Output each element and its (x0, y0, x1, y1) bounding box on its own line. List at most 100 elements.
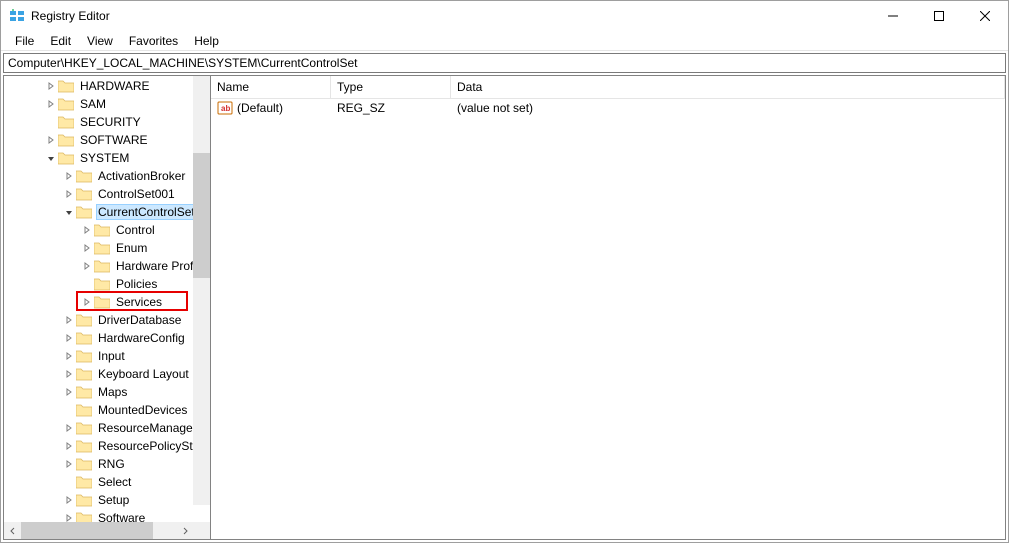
tree-label: CurrentControlSet (96, 204, 197, 220)
tree-label: SOFTWARE (78, 132, 150, 148)
tree-item-maps[interactable]: Maps (4, 383, 210, 401)
folder-icon (76, 494, 92, 507)
tree-label: Maps (96, 384, 129, 400)
folder-icon (76, 368, 92, 381)
tree-item-driver-database[interactable]: DriverDatabase (4, 311, 210, 329)
folder-icon (94, 278, 110, 291)
chevron-right-icon[interactable] (62, 367, 76, 381)
tree-item-rng[interactable]: RNG (4, 455, 210, 473)
folder-icon (58, 80, 74, 93)
tree-item-activation-broker[interactable]: ActivationBroker (4, 167, 210, 185)
tree-item-services[interactable]: Services (4, 293, 210, 311)
tree-item-controlset001[interactable]: ControlSet001 (4, 185, 210, 203)
chevron-right-icon[interactable] (62, 349, 76, 363)
folder-icon (76, 206, 92, 219)
menu-help[interactable]: Help (186, 32, 227, 50)
chevron-right-icon[interactable] (62, 385, 76, 399)
vertical-scrollbar[interactable] (193, 76, 210, 505)
scrollbar-track[interactable] (21, 522, 176, 539)
scroll-right-icon[interactable] (176, 522, 193, 539)
tree-item-hardware[interactable]: HARDWARE (4, 77, 210, 95)
tree-item-select[interactable]: Select (4, 473, 210, 491)
chevron-right-icon[interactable] (80, 241, 94, 255)
tree-label: ActivationBroker (96, 168, 187, 184)
tree-label: Software (96, 510, 147, 522)
chevron-right-icon[interactable] (80, 259, 94, 273)
tree-label: Keyboard Layout (96, 366, 191, 382)
chevron-right-icon[interactable] (62, 331, 76, 345)
folder-icon (76, 476, 92, 489)
list-pane: Name Type Data ab (Default) (211, 75, 1006, 540)
tree-item-software[interactable]: SOFTWARE (4, 131, 210, 149)
chevron-right-icon[interactable] (62, 313, 76, 327)
folder-icon (58, 152, 74, 165)
scrollbar-corner (193, 522, 210, 539)
chevron-right-icon[interactable] (44, 133, 58, 147)
tree-scroll[interactable]: HARDWARESAMSECURITY SOFTWARESYSTEMActivat… (4, 76, 210, 522)
chevron-down-icon[interactable] (44, 151, 58, 165)
folder-icon (94, 296, 110, 309)
chevron-right-icon[interactable] (62, 169, 76, 183)
list-body[interactable]: ab (Default) REG_SZ (value not set) (211, 99, 1005, 117)
tree-item-currentcontrolset[interactable]: CurrentControlSet (4, 203, 210, 221)
tree-item-resource-policy-store[interactable]: ResourcePolicyStore (4, 437, 210, 455)
tree-label: SECURITY (78, 114, 143, 130)
tree-item-mounted-devices[interactable]: MountedDevices (4, 401, 210, 419)
folder-icon (76, 404, 92, 417)
column-name[interactable]: Name (211, 76, 331, 98)
menu-favorites[interactable]: Favorites (121, 32, 186, 50)
titlebar[interactable]: Registry Editor (1, 1, 1008, 31)
scroll-left-icon[interactable] (4, 522, 21, 539)
tree-label: MountedDevices (96, 402, 189, 418)
menubar: File Edit View Favorites Help (1, 31, 1008, 51)
list-row[interactable]: ab (Default) REG_SZ (value not set) (211, 99, 1005, 117)
chevron-right-icon[interactable] (62, 439, 76, 453)
tree-item-software2[interactable]: Software (4, 509, 210, 522)
chevron-right-icon[interactable] (62, 511, 76, 522)
column-data[interactable]: Data (451, 76, 1005, 98)
tree-label: Select (96, 474, 133, 490)
tree-item-system[interactable]: SYSTEM (4, 149, 210, 167)
chevron-right-icon[interactable] (62, 187, 76, 201)
tree-item-hardware-config[interactable]: HardwareConfig (4, 329, 210, 347)
chevron-right-icon[interactable] (44, 79, 58, 93)
chevron-right-icon[interactable] (80, 223, 94, 237)
tree-label: Policies (114, 276, 159, 292)
chevron-right-icon[interactable] (62, 457, 76, 471)
tree-label: RNG (96, 456, 127, 472)
tree-label: ResourceManager (96, 420, 199, 436)
chevron-down-icon[interactable] (62, 205, 76, 219)
maximize-button[interactable] (916, 1, 962, 31)
chevron-right-icon[interactable] (44, 97, 58, 111)
tree-item-keyboard-layout[interactable]: Keyboard Layout (4, 365, 210, 383)
horizontal-scrollbar[interactable] (4, 522, 210, 539)
tree-item-policies[interactable]: Policies (4, 275, 210, 293)
tree-item-control[interactable]: Control (4, 221, 210, 239)
folder-icon (76, 170, 92, 183)
string-value-icon: ab (217, 100, 233, 116)
column-type[interactable]: Type (331, 76, 451, 98)
scrollbar-thumb-h[interactable] (21, 522, 153, 539)
tree-item-hardware-profiles[interactable]: Hardware Profiles (4, 257, 210, 275)
chevron-right-icon[interactable] (62, 493, 76, 507)
folder-icon (58, 116, 74, 129)
tree-item-enum[interactable]: Enum (4, 239, 210, 257)
scrollbar-thumb[interactable] (193, 153, 210, 278)
close-button[interactable] (962, 1, 1008, 31)
tree-item-setup[interactable]: Setup (4, 491, 210, 509)
tree-label: ControlSet001 (96, 186, 177, 202)
tree-item-sam[interactable]: SAM (4, 95, 210, 113)
tree-label: HardwareConfig (96, 330, 187, 346)
menu-edit[interactable]: Edit (42, 32, 79, 50)
minimize-button[interactable] (870, 1, 916, 31)
chevron-right-icon[interactable] (62, 421, 76, 435)
tree-item-input[interactable]: Input (4, 347, 210, 365)
folder-icon (58, 134, 74, 147)
menu-file[interactable]: File (7, 32, 42, 50)
tree-item-resource-manager[interactable]: ResourceManager (4, 419, 210, 437)
folder-icon (76, 386, 92, 399)
tree-item-security[interactable]: SECURITY (4, 113, 210, 131)
menu-view[interactable]: View (79, 32, 121, 50)
chevron-right-icon[interactable] (80, 295, 94, 309)
address-bar[interactable]: Computer\HKEY_LOCAL_MACHINE\SYSTEM\Curre… (3, 53, 1006, 73)
